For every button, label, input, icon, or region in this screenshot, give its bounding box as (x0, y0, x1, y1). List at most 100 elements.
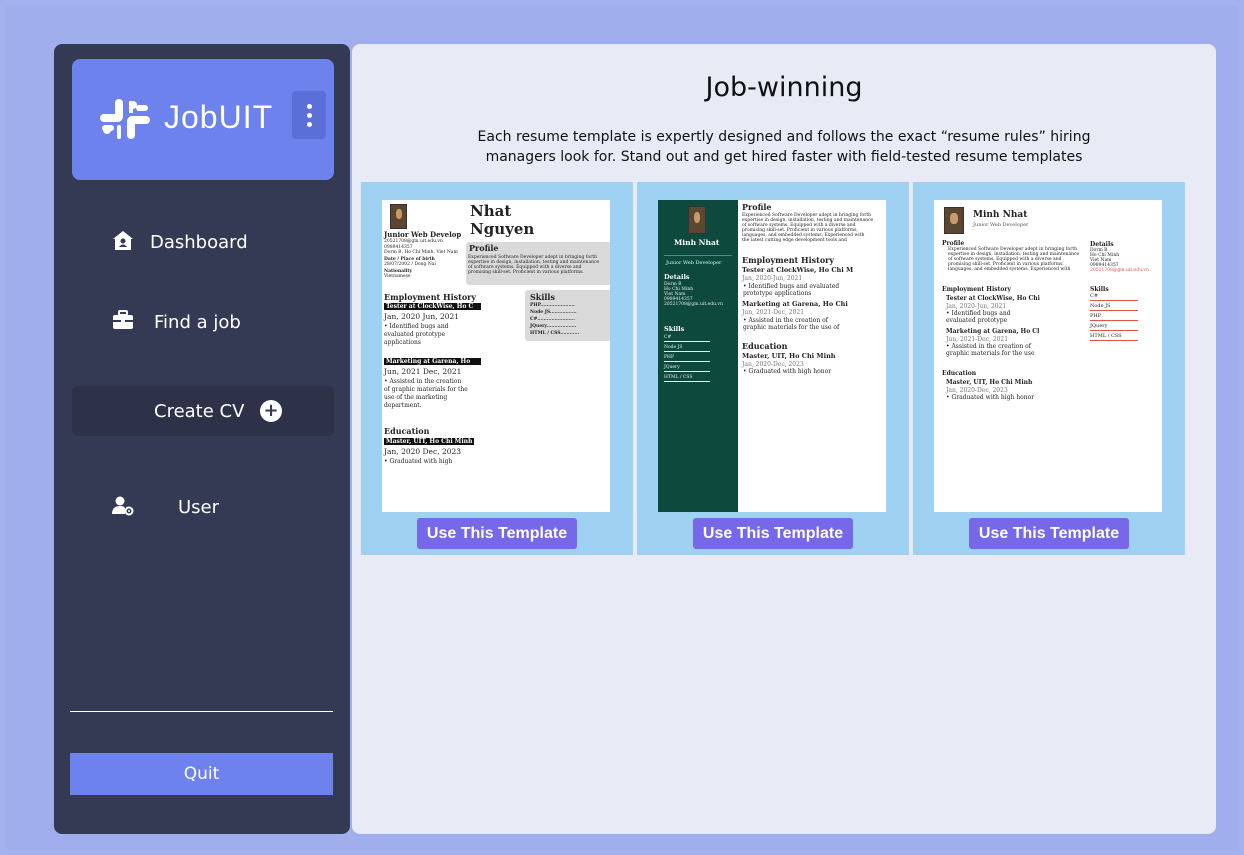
resume-job-desc: graphic materials for the use (946, 350, 1035, 357)
resume-job-date: Jun, 2021-Dec, 2021 (946, 336, 1009, 343)
resume-preview[interactable]: Minh Nhat Junior Web Developer Profile E… (934, 200, 1162, 512)
resume-email: 20521708@gm.uit.edu.vn (1090, 268, 1149, 273)
resume-skill: HTML / CSS (664, 375, 710, 382)
resume-skill: Node JS................. (530, 310, 577, 315)
resume-edu-title: Master, UIT, Ho Chi Minh (742, 352, 836, 360)
sidebar: JobUIT Dashboard Find a job Create CV + … (54, 44, 350, 834)
resume-job-desc: department. (384, 402, 422, 409)
resume-profile-label: Profile (942, 240, 965, 247)
resume-skills-label: Skills (530, 292, 555, 302)
template-card[interactable]: Nhat Nguyen Junior Web Develop 20521708@… (361, 182, 633, 555)
resume-job-desc: use of the marketing (384, 394, 448, 401)
resume-job-date: Jan, 2020-Jun, 2021 (946, 303, 1007, 310)
resume-skill: JQuery................... (530, 324, 577, 329)
resume-education-label: Education (942, 370, 977, 377)
resume-edu-date: Jan, 2020 Dec, 2023 (384, 447, 462, 456)
resume-skill: PHP (664, 355, 710, 362)
more-menu-button[interactable] (292, 91, 326, 139)
user-gear-icon (112, 496, 134, 516)
sidebar-item-find-a-job[interactable]: Find a job (72, 297, 334, 347)
resume-last-name: Nguyen (470, 220, 535, 238)
resume-name: Minh Nhat (674, 238, 720, 247)
sidebar-item-user[interactable]: User (72, 482, 334, 532)
app-name: JobUIT (164, 99, 274, 135)
use-template-button[interactable]: Use This Template (969, 518, 1129, 549)
resume-job-title: Marketing at Garena, Ho Cl (946, 328, 1040, 335)
resume-job-desc: • Identified bugs and evaluated (743, 283, 840, 290)
resume-profile-line: promising skill-set. Proficient in vario… (468, 270, 584, 275)
resume-job-desc: • Assisted in the creation of (743, 317, 828, 324)
main-panel: Job-winning Each resume template is expe… (352, 44, 1216, 834)
dot-icon (306, 112, 312, 118)
resume-job-date: Jan, 2020 Jun, 2021 (384, 312, 460, 321)
home-icon (113, 231, 133, 250)
resume-profile-label: Profile (469, 243, 499, 253)
resume-edu-date: Jan, 2020-Dec, 2023 (742, 361, 804, 368)
resume-job-desc: prototype applications (743, 290, 812, 297)
resume-job-desc: applications (384, 339, 421, 346)
resume-job-desc: evaluated prototype (384, 331, 446, 338)
resume-role: Junior Web Developer (666, 260, 722, 266)
resume-employment-label: Employment History (742, 255, 835, 265)
resume-profile-line: languages, and embedded systems. Experie… (948, 267, 1071, 272)
resume-edu-title: Master, UIT, Ho Chi Minh (946, 379, 1033, 386)
logo-box: JobUIT (72, 59, 334, 180)
resume-edu-desc: • Graduated with high honor (743, 368, 832, 375)
sidebar-item-dashboard[interactable]: Dashboard (72, 217, 334, 267)
sidebar-item-create-cv[interactable]: Create CV + (72, 386, 334, 436)
briefcase-icon (113, 310, 133, 329)
resume-skill: Node JS (664, 345, 710, 352)
resume-employment-label: Employment History (384, 292, 477, 302)
resume-contact: 20521708@gm.uit.edu.vn (384, 239, 443, 244)
resume-job-date: Jan, 2020-Jun, 2021 (742, 275, 803, 282)
resume-edu-title: Master, UIT, Ho Chi Minh (384, 438, 475, 445)
resume-preview[interactable]: Minh Nhat Junior Web Developer Details D… (658, 200, 886, 512)
resume-job-title: Marketing at Garena, Ho Chi (742, 300, 848, 308)
page-description: Each resume template is expertly designe… (477, 129, 1091, 165)
dot-icon (306, 103, 312, 109)
resume-profile-line: the latest cutting edge development tool… (742, 238, 847, 243)
resume-skills-label: Skills (664, 325, 685, 333)
resume-details-label: Details (664, 273, 690, 281)
resume-skill: PHP (1090, 313, 1138, 321)
resume-preview[interactable]: Nhat Nguyen Junior Web Develop 20521708@… (382, 200, 610, 512)
resume-job-title: Tester at ClockWise, Ho C (384, 303, 481, 310)
profile-photo (390, 204, 407, 229)
template-card[interactable]: Minh Nhat Junior Web Developer Details D… (637, 182, 909, 555)
sidebar-item-label: Dashboard (150, 231, 248, 253)
resume-contact: Dorm B, Ho Chi Minh, Viet Nam (384, 250, 458, 255)
use-template-button[interactable]: Use This Template (417, 518, 577, 549)
resume-job-desc: evaluated prototype (946, 317, 1008, 324)
sidebar-item-label: User (178, 496, 220, 518)
resume-job-title: Tester at ClockWise, Ho Chi (946, 295, 1040, 302)
resume-skills-label: Skills (1090, 286, 1109, 293)
resume-detail: 20521708@gm.uit.edu.vn (664, 302, 723, 307)
sidebar-item-label: Create CV (154, 400, 245, 422)
resume-details-label: Details (1090, 241, 1114, 248)
resume-job-desc: graphic materials for the use of (743, 324, 840, 331)
resume-first-name: Nhat (470, 202, 512, 220)
profile-photo (944, 207, 964, 234)
profile-photo (688, 206, 706, 234)
resume-job-date: Jun, 2021-Dec, 2021 (742, 309, 805, 316)
resume-edu-date: Jan, 2020-Dec, 2023 (946, 387, 1008, 394)
resume-skill: C# (664, 335, 710, 342)
resume-skill: C#........................ (530, 317, 575, 322)
quit-button[interactable]: Quit (70, 753, 333, 795)
divider-line (664, 255, 732, 256)
slack-logo-icon (100, 99, 150, 139)
use-template-button[interactable]: Use This Template (693, 518, 853, 549)
resume-skill: PHP...................... (530, 303, 575, 308)
resume-job-desc: • Assisted in the creation (384, 378, 462, 385)
resume-edu-desc: • Graduated with high honor (946, 394, 1035, 401)
resume-skill: JQuery (664, 365, 710, 372)
resume-profile-label: Profile (742, 202, 772, 212)
resume-job-desc: • Identified bugs and (946, 310, 1011, 317)
resume-skill: C# (1090, 293, 1138, 301)
resume-edu-desc: • Graduated with high (384, 458, 453, 465)
template-card[interactable]: Minh Nhat Junior Web Developer Profile E… (913, 182, 1185, 555)
resume-skill: HTML / CSS............ (530, 331, 580, 336)
resume-skill: HTML / CSS (1090, 333, 1138, 341)
page-title: Job-winning (705, 72, 863, 103)
resume-education-label: Education (742, 341, 788, 351)
